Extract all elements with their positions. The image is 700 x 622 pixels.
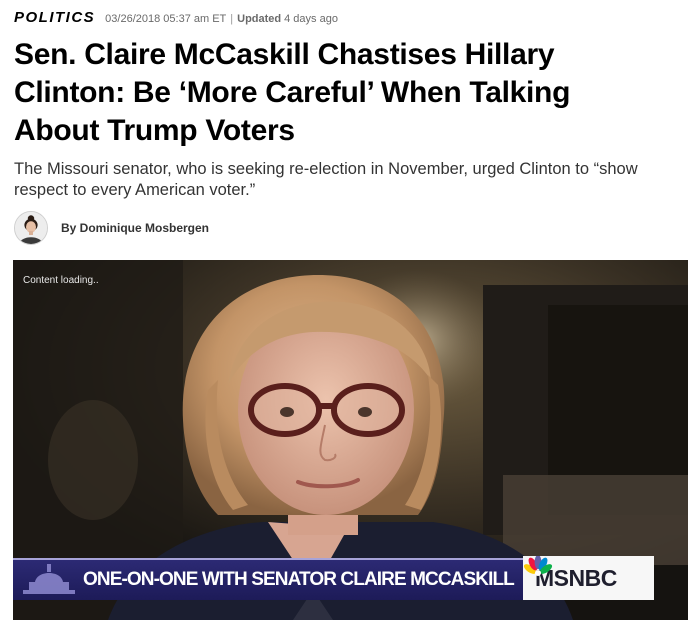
content-loading-text: Content loading..: [23, 275, 99, 286]
updated-label: Updated: [237, 13, 282, 25]
article-headline: Sen. Claire McCaskill Chastises Hillary …: [14, 38, 571, 147]
publish-date: 03/26/2018 05:37 am ET: [105, 13, 227, 25]
author-name[interactable]: By Dominique Mosbergen: [61, 221, 209, 235]
lower-third-chyron: ONE-ON-ONE WITH SENATOR CLAIRE MCCASKILL…: [13, 556, 688, 600]
chyron-bar: ONE-ON-ONE WITH SENATOR CLAIRE MCCASKILL: [13, 558, 523, 600]
peacock-icon: [523, 556, 553, 576]
capitol-icon: [23, 564, 75, 594]
article-meta: POLITICS 03/26/2018 05:37 am ET | Update…: [14, 9, 338, 27]
video-player[interactable]: Content loading.. ONE-ON-ONE WITH SENATO…: [13, 260, 688, 620]
article-dek: The Missouri senator, who is seeking re-…: [14, 160, 638, 199]
chyron-text: ONE-ON-ONE WITH SENATOR CLAIRE MCCASKILL: [83, 569, 515, 590]
author-avatar[interactable]: [14, 211, 48, 245]
byline: By Dominique Mosbergen: [14, 211, 209, 245]
updated-value: 4 days ago: [284, 13, 338, 25]
section-label[interactable]: POLITICS: [14, 9, 95, 26]
meta-separator: |: [230, 13, 234, 25]
msnbc-logo: MSNBC: [523, 556, 654, 600]
